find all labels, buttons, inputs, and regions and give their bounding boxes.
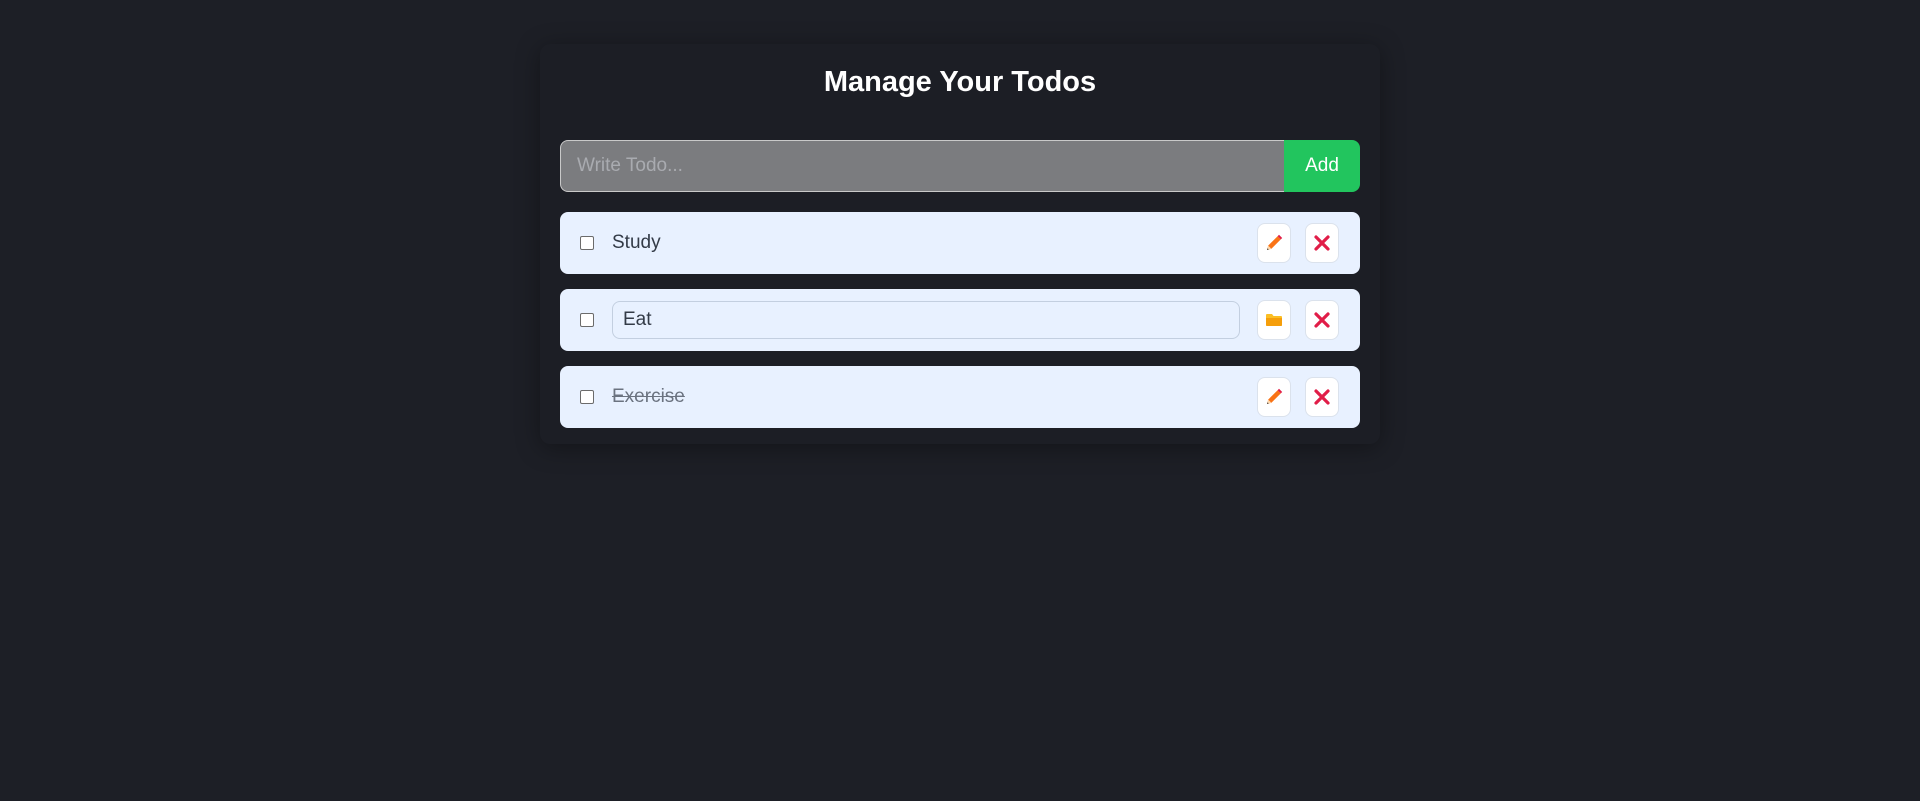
add-button[interactable]: Add — [1284, 140, 1360, 192]
todo-item: Exercise — [560, 366, 1360, 428]
delete-button[interactable] — [1305, 377, 1339, 417]
close-icon — [1312, 387, 1332, 407]
todo-text: Exercise — [612, 386, 685, 407]
edit-button[interactable] — [1257, 223, 1291, 263]
todo-checkbox[interactable] — [580, 390, 594, 404]
save-button[interactable] — [1257, 300, 1291, 340]
page-title: Manage Your Todos — [823, 66, 1097, 98]
pencil-icon — [1264, 387, 1284, 407]
edit-button[interactable] — [1257, 377, 1291, 417]
delete-button[interactable] — [1305, 300, 1339, 340]
delete-button[interactable] — [1305, 223, 1339, 263]
close-icon — [1312, 233, 1332, 253]
todo-list: Study Eat Exercise — [560, 212, 1360, 443]
close-icon — [1312, 310, 1332, 330]
todo-item: Eat — [560, 289, 1360, 351]
add-todo-form: Add — [560, 140, 1360, 192]
todo-input[interactable] — [560, 140, 1284, 192]
pencil-icon — [1264, 233, 1284, 253]
folder-icon — [1264, 310, 1284, 330]
todo-checkbox[interactable] — [580, 236, 594, 250]
todo-text: Study — [612, 232, 661, 253]
todo-checkbox[interactable] — [580, 313, 594, 327]
todo-item: Study — [560, 212, 1360, 274]
todo-edit-field[interactable]: Eat — [612, 301, 1240, 339]
